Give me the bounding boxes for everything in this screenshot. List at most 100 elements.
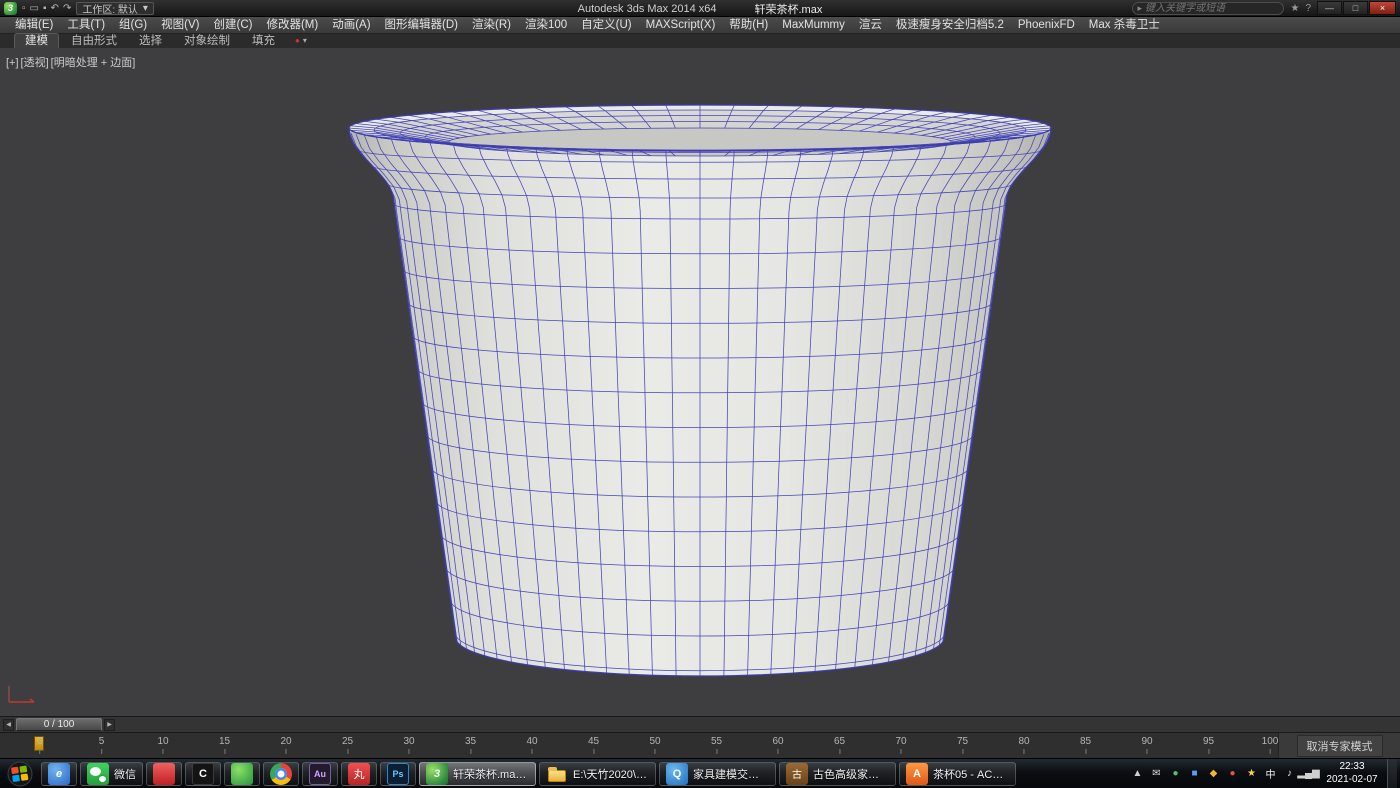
ribbon-tab-4[interactable]: 填充 (242, 34, 285, 48)
track-bar[interactable]: 取消专家模式 0 5 10 15 20 25 30 35 40 45 50 55 60 65 70 75 80 8… (0, 732, 1400, 758)
close-button[interactable]: × (1369, 1, 1396, 15)
tray-mail-icon[interactable]: ✉ (1148, 765, 1165, 783)
taskbar-item-chrome[interactable] (263, 762, 299, 786)
taskbar-item-browser[interactable]: e (41, 762, 77, 786)
menu-item-8[interactable]: 渲染(R) (465, 17, 518, 34)
menu-item-7[interactable]: 图形编辑器(D) (378, 17, 465, 34)
time-slider-track[interactable]: ◀ 0 / 100 ▶ (0, 716, 1400, 732)
taskbar-item-audition[interactable]: Au (302, 762, 338, 786)
save-file-icon[interactable]: ▪ (43, 2, 47, 15)
taskbar-item-c-app[interactable]: C (185, 762, 221, 786)
taskbar-item-red-app[interactable] (146, 762, 182, 786)
timeline-tick-15[interactable]: 15 (219, 736, 230, 754)
menu-item-11[interactable]: MAXScript(X) (639, 17, 723, 34)
viewport-pov-menu[interactable]: [透视] (21, 57, 49, 69)
minimize-button[interactable]: — (1317, 1, 1342, 15)
timeline-tick-50[interactable]: 50 (649, 736, 660, 754)
cancel-expert-mode-button[interactable]: 取消专家模式 (1297, 735, 1383, 757)
timeline-tick-0[interactable]: 0 (37, 736, 43, 754)
3dsmax-logo-icon[interactable]: 3 (4, 2, 17, 15)
redo-icon[interactable]: ↷ (63, 2, 71, 15)
workspace-selector[interactable]: 工作区: 默认 ▾ (76, 2, 154, 15)
favorites-icon[interactable]: ★ (1290, 3, 1299, 14)
search-input[interactable] (1145, 3, 1279, 14)
tray-input-method-icon[interactable]: 中 (1262, 765, 1279, 783)
cup-model[interactable] (0, 48, 1400, 716)
undo-icon[interactable]: ↶ (51, 2, 59, 15)
help-icon[interactable]: ? (1305, 3, 1311, 14)
tray-orange-icon[interactable]: ◆ (1205, 765, 1222, 783)
timeline-tick-20[interactable]: 20 (280, 736, 291, 754)
taskbar-task-qq-group[interactable]: Q家具建模交流群 (659, 762, 776, 786)
timeline-tick-70[interactable]: 70 (895, 736, 906, 754)
tray-star-icon[interactable]: ★ (1243, 765, 1260, 783)
time-slider-handle[interactable]: 0 / 100 (16, 718, 102, 731)
search-go-icon[interactable]: ▸ (1137, 3, 1142, 14)
ribbon-tab-2[interactable]: 选择 (129, 34, 172, 48)
ribbon-tab-0[interactable]: 建模 (14, 33, 59, 48)
taskbar-task-furniture[interactable]: 古古色高级家具建... (779, 762, 896, 786)
menu-item-14[interactable]: 渲云 (852, 17, 889, 34)
viewport-shading-menu[interactable]: [明暗处理 + 边面] (51, 57, 136, 69)
menu-item-6[interactable]: 动画(A) (325, 17, 377, 34)
taskbar-item-wan-app[interactable]: 丸 (341, 762, 377, 786)
open-file-icon[interactable]: ▭ (30, 2, 39, 15)
ribbon-options-icon[interactable]: ● (295, 34, 300, 48)
menu-item-16[interactable]: PhoenixFD (1011, 17, 1082, 34)
menu-item-10[interactable]: 自定义(U) (574, 17, 638, 34)
menu-item-4[interactable]: 创建(C) (206, 17, 259, 34)
timeline-tick-40[interactable]: 40 (526, 736, 537, 754)
timeline-tick-10[interactable]: 10 (157, 736, 168, 754)
tray-green-icon[interactable]: ● (1167, 765, 1184, 783)
menu-item-3[interactable]: 视图(V) (154, 17, 206, 34)
tray-expand-icon[interactable]: ▲ (1129, 765, 1146, 783)
ribbon-tab-1[interactable]: 自由形式 (61, 34, 127, 48)
timeline-tick-5[interactable]: 5 (99, 736, 105, 754)
taskbar-task-3dsmax[interactable]: 3轩荣茶杯.max - ... (419, 762, 536, 786)
menu-item-12[interactable]: 帮助(H) (722, 17, 775, 34)
timeline-tick-45[interactable]: 45 (588, 736, 599, 754)
taskbar-clock[interactable]: 22:33 2021-02-07 (1319, 761, 1385, 786)
infocenter-search[interactable]: ▸ (1132, 2, 1284, 15)
menu-item-17[interactable]: Max 杀毒卫士 (1082, 17, 1167, 34)
ribbon-tab-3[interactable]: 对象绘制 (174, 34, 240, 48)
menu-item-9[interactable]: 渲染100 (518, 17, 574, 34)
timeline-tick-80[interactable]: 80 (1018, 736, 1029, 754)
previous-frame-button[interactable]: ◀ (3, 719, 14, 731)
taskbar-item-photoshop[interactable]: Ps (380, 762, 416, 786)
tray-volume-icon[interactable]: ♪ (1281, 765, 1298, 783)
maximize-button[interactable]: □ (1343, 1, 1368, 15)
viewport-general-menu[interactable]: [+] (6, 57, 19, 69)
timeline-tick-95[interactable]: 95 (1203, 736, 1214, 754)
taskbar-item-wechat[interactable]: 微信 (80, 762, 143, 786)
timeline-tick-30[interactable]: 30 (403, 736, 414, 754)
timeline-tick-65[interactable]: 65 (834, 736, 845, 754)
menu-item-13[interactable]: MaxMummy (775, 17, 852, 34)
show-desktop-button[interactable] (1387, 759, 1397, 788)
timeline-tick-35[interactable]: 35 (465, 736, 476, 754)
menu-item-0[interactable]: 编辑(E) (8, 17, 60, 34)
taskbar-task-acdsee[interactable]: A茶杯05 - ACDSe... (899, 762, 1016, 786)
menu-item-5[interactable]: 修改器(M) (259, 17, 325, 34)
timeline-tick-60[interactable]: 60 (772, 736, 783, 754)
timeline-tick-25[interactable]: 25 (342, 736, 353, 754)
timeline-tick-75[interactable]: 75 (957, 736, 968, 754)
menu-item-1[interactable]: 工具(T) (60, 17, 112, 34)
workspace-label: 工作区: 默认 (82, 1, 138, 16)
next-frame-button[interactable]: ▶ (104, 719, 115, 731)
taskbar-task-explorer[interactable]: E:\天竹2020\家... (539, 762, 656, 786)
timeline-tick-90[interactable]: 90 (1141, 736, 1152, 754)
timeline-tick-100[interactable]: 100 (1262, 736, 1279, 754)
viewport[interactable]: [+][透视][明暗处理 + 边面] (0, 48, 1400, 716)
ribbon-caret-icon[interactable]: ▾ (303, 34, 307, 48)
tray-red-icon[interactable]: ● (1224, 765, 1241, 783)
timeline-tick-85[interactable]: 85 (1080, 736, 1091, 754)
menu-item-15[interactable]: 极速瘦身安全归档5.2 (889, 17, 1011, 34)
tray-network-icon[interactable]: ▂▄▆ (1300, 765, 1317, 783)
menu-item-2[interactable]: 组(G) (112, 17, 154, 34)
tray-blue-icon[interactable]: ■ (1186, 765, 1203, 783)
new-scene-icon[interactable]: ▫ (22, 2, 26, 15)
timeline-tick-55[interactable]: 55 (711, 736, 722, 754)
start-button[interactable] (2, 759, 38, 788)
taskbar-item-green-app[interactable] (224, 762, 260, 786)
